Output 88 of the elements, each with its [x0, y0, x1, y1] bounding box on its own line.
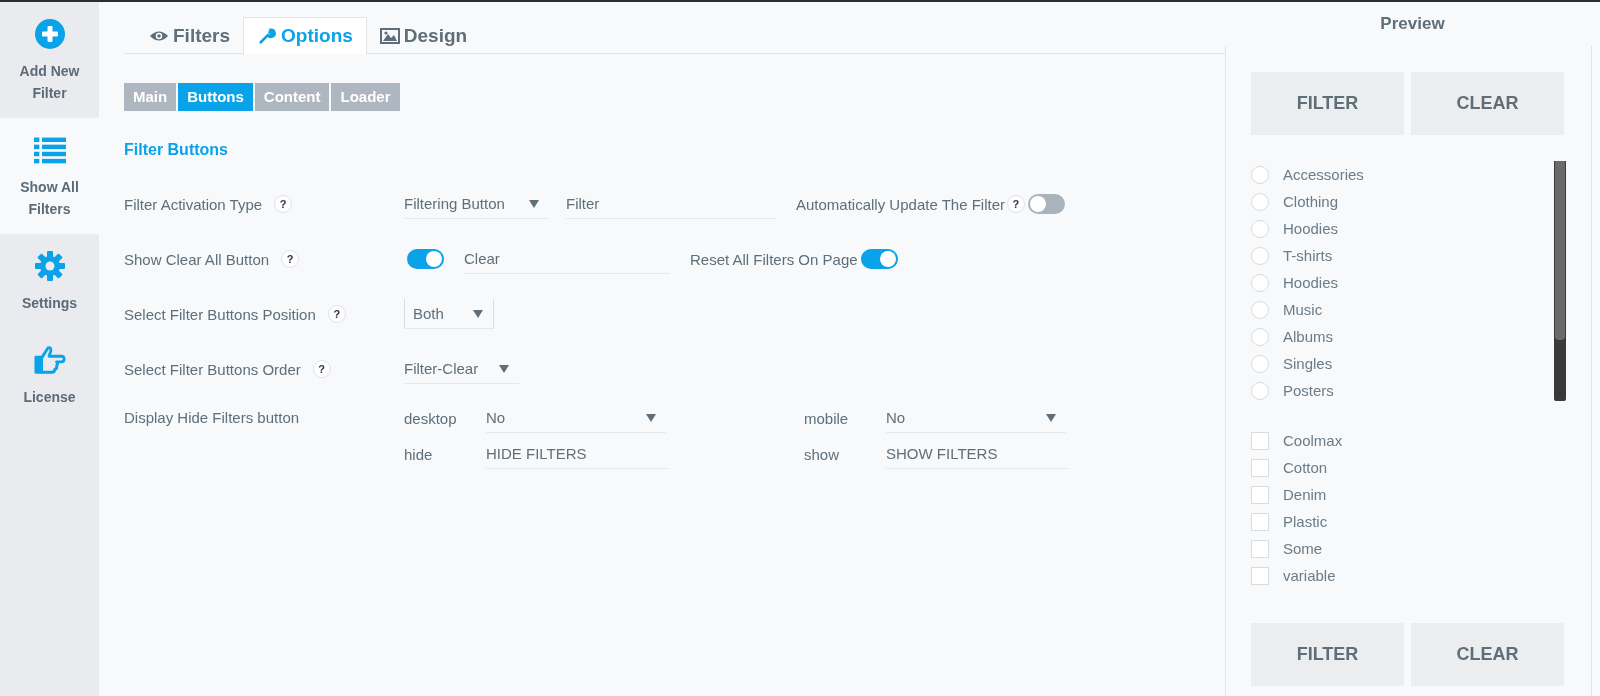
- checkbox[interactable]: [1251, 485, 1269, 504]
- option-label: Coolmax: [1283, 432, 1343, 449]
- field-label: Show Clear All Button: [124, 250, 270, 268]
- scrollbar[interactable]: [1554, 161, 1566, 401]
- field-label: mobile: [804, 409, 850, 427]
- field-label: Select Filter Buttons Position: [124, 305, 316, 323]
- checkbox[interactable]: [1251, 539, 1269, 558]
- help-icon[interactable]: ?: [281, 250, 300, 268]
- input-field[interactable]: Clear: [464, 244, 670, 274]
- caret-icon: [529, 199, 539, 208]
- field-label: Select Filter Buttons Order: [124, 360, 301, 378]
- radio-button[interactable]: [1251, 219, 1269, 238]
- caret-icon: [473, 309, 483, 318]
- tab[interactable]: Filters: [136, 17, 244, 54]
- radio-button[interactable]: [1251, 192, 1269, 211]
- sidebar-item[interactable]: Add New Filter: [0, 2, 99, 118]
- preview-title: Preview: [1379, 13, 1446, 35]
- sidebar-label: Show All Filters: [19, 178, 80, 219]
- checkbox[interactable]: [1251, 512, 1269, 531]
- sidebar-label: License: [22, 388, 77, 407]
- option-label: Some: [1283, 540, 1323, 557]
- preview-button[interactable]: FILTER: [1251, 72, 1404, 135]
- radio-button[interactable]: [1251, 300, 1269, 319]
- radio-button[interactable]: [1251, 327, 1269, 346]
- tab[interactable]: Design: [366, 17, 481, 54]
- toggle-switch[interactable]: [860, 249, 898, 269]
- help-icon[interactable]: ?: [312, 360, 331, 378]
- checkbox[interactable]: [1251, 458, 1269, 477]
- caret-icon: [499, 364, 509, 373]
- dropdown[interactable]: Filter-Clear: [404, 354, 519, 384]
- sidebar-item[interactable]: Show All Filters: [0, 118, 99, 234]
- caret-icon: [1046, 413, 1056, 422]
- dropdown[interactable]: Filtering Button: [404, 189, 549, 219]
- option-label: Albums: [1283, 328, 1334, 345]
- sidebar-label: Add New Filter: [18, 62, 81, 103]
- wrench-icon: [257, 28, 278, 44]
- checkbox[interactable]: [1251, 566, 1269, 585]
- radio-button[interactable]: [1251, 381, 1269, 400]
- field-label: Filter Activation Type: [124, 195, 263, 213]
- toggle-switch[interactable]: [407, 249, 444, 269]
- help-icon[interactable]: ?: [1007, 195, 1025, 213]
- plus-circle-icon: [33, 18, 66, 50]
- dropdown[interactable]: No: [886, 403, 1066, 433]
- option-label: Accessories: [1283, 166, 1364, 183]
- field-label: show: [804, 445, 841, 463]
- field-label: Display Hide Filters button: [124, 409, 300, 426]
- sidebar-item[interactable]: License: [0, 328, 99, 422]
- option-label: Hoodies: [1283, 274, 1339, 291]
- caret-icon: [646, 413, 656, 422]
- option-label: Posters: [1283, 382, 1334, 399]
- sidebar-label: Settings: [20, 294, 79, 313]
- option-label: Hoodies: [1283, 220, 1339, 237]
- preview-button[interactable]: CLEAR: [1411, 72, 1564, 135]
- sidebar-item[interactable]: Settings: [0, 234, 99, 328]
- option-label: Denim: [1283, 486, 1327, 503]
- preview-button[interactable]: CLEAR: [1411, 623, 1564, 686]
- help-icon[interactable]: ?: [327, 305, 346, 323]
- radio-button[interactable]: [1251, 246, 1269, 265]
- option-label: Singles: [1283, 355, 1333, 372]
- option-label: variable: [1283, 567, 1336, 584]
- field-label: Reset All Filters On Page: [690, 250, 858, 268]
- input-field[interactable]: Filter: [566, 189, 776, 219]
- tab[interactable]: Options: [243, 17, 367, 54]
- radio-button[interactable]: [1251, 354, 1269, 373]
- option-label: Cotton: [1283, 459, 1328, 476]
- sub-tab[interactable]: Buttons: [178, 83, 253, 111]
- field-label: hide: [404, 445, 434, 463]
- field-label: desktop: [404, 409, 458, 427]
- radio-button[interactable]: [1251, 165, 1269, 184]
- option-label: Music: [1283, 301, 1323, 318]
- section-title: Filter Buttons: [124, 141, 229, 160]
- field-label: Automatically Update The Filter: [796, 195, 1005, 213]
- radio-button[interactable]: [1251, 273, 1269, 292]
- help-icon[interactable]: ?: [274, 195, 293, 213]
- option-label: Plastic: [1283, 513, 1328, 530]
- gear-icon: [33, 250, 66, 282]
- option-label: Clothing: [1283, 193, 1339, 210]
- scrollbar-thumb[interactable]: [1555, 161, 1565, 340]
- option-label: T-shirts: [1283, 247, 1333, 264]
- input-field[interactable]: SHOW FILTERS: [886, 439, 1069, 469]
- checkbox[interactable]: [1251, 431, 1269, 450]
- pointing-hand-icon: [33, 344, 66, 376]
- dropdown[interactable]: No: [486, 403, 666, 433]
- dropdown[interactable]: Both: [404, 299, 494, 329]
- preview-button[interactable]: FILTER: [1251, 623, 1404, 686]
- image-icon: [379, 28, 400, 44]
- input-field[interactable]: HIDE FILTERS: [486, 439, 669, 469]
- toggle-switch[interactable]: [1028, 194, 1065, 214]
